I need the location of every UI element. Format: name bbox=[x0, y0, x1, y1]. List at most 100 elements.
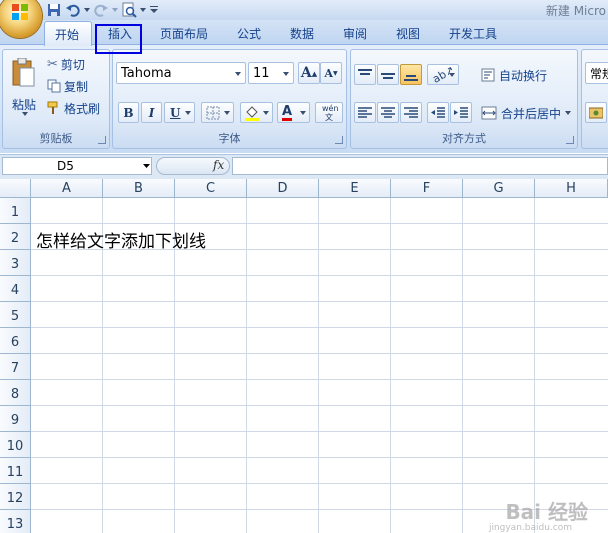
column-header-E[interactable]: E bbox=[319, 179, 391, 198]
copy-label: 复制 bbox=[64, 79, 89, 94]
undo-icon[interactable] bbox=[65, 2, 81, 18]
tab-formulas[interactable]: 公式 bbox=[237, 25, 261, 42]
align-center-button[interactable] bbox=[377, 102, 399, 123]
grid-line bbox=[31, 431, 608, 432]
tab-page-layout[interactable]: 页面布局 bbox=[160, 25, 208, 42]
align-left-button[interactable] bbox=[354, 102, 376, 123]
row-header-3[interactable]: 3 bbox=[0, 250, 31, 276]
paste-button[interactable]: 粘贴 bbox=[6, 53, 42, 119]
row-header-2[interactable]: 2 bbox=[0, 224, 31, 250]
redo-dropdown-icon[interactable] bbox=[112, 2, 118, 18]
merge-center-icon bbox=[481, 106, 497, 120]
font-name-combobox[interactable]: Tahoma bbox=[116, 62, 246, 84]
increase-indent-button[interactable] bbox=[450, 102, 472, 123]
column-header-B[interactable]: B bbox=[103, 179, 175, 198]
row-header-4[interactable]: 4 bbox=[0, 276, 31, 302]
accounting-format-icon bbox=[589, 107, 603, 118]
insert-function-icon[interactable]: fx bbox=[213, 158, 224, 172]
align-bottom-button[interactable] bbox=[400, 64, 422, 85]
formula-bar-separator: fx bbox=[156, 157, 230, 175]
clipboard-dialog-launcher-icon[interactable] bbox=[98, 136, 106, 144]
borders-dropdown-icon bbox=[224, 111, 230, 115]
row-header-12[interactable]: 12 bbox=[0, 484, 31, 510]
merge-center-button[interactable]: 合并后居中 bbox=[481, 104, 572, 122]
align-middle-button[interactable] bbox=[377, 64, 399, 85]
fill-color-button[interactable] bbox=[240, 102, 273, 123]
print-preview-dropdown-icon[interactable] bbox=[140, 2, 146, 18]
tab-data[interactable]: 数据 bbox=[290, 25, 314, 42]
grid-line bbox=[31, 275, 608, 276]
redo-icon[interactable] bbox=[93, 2, 109, 18]
column-header-A[interactable]: A bbox=[31, 179, 103, 198]
save-icon[interactable] bbox=[46, 2, 62, 18]
wrap-text-button[interactable]: 自动换行 bbox=[481, 66, 547, 84]
customize-arrow-icon[interactable] bbox=[149, 2, 159, 18]
tab-home-label: 开始 bbox=[55, 28, 80, 42]
align-right-button[interactable] bbox=[400, 102, 422, 123]
column-header-H[interactable]: H bbox=[535, 179, 608, 198]
undo-dropdown-icon[interactable] bbox=[84, 2, 90, 18]
alignment-dialog-launcher-icon[interactable] bbox=[566, 136, 574, 144]
align-center-icon bbox=[381, 106, 395, 118]
row-header-9[interactable]: 9 bbox=[0, 406, 31, 432]
grid-line bbox=[31, 327, 608, 328]
bold-button[interactable]: B bbox=[118, 102, 139, 123]
copy-icon bbox=[47, 79, 61, 93]
shrink-font-button[interactable]: A ▼ bbox=[320, 62, 342, 84]
font-name-dropdown-icon bbox=[235, 72, 241, 76]
accounting-format-button[interactable] bbox=[585, 102, 607, 123]
worksheet-grid[interactable]: A B C D E F G H 1 2 3 4 5 6 7 8 9 10 11 … bbox=[0, 179, 608, 533]
format-painter-label: 格式刷 bbox=[64, 101, 101, 116]
decrease-indent-button[interactable] bbox=[427, 102, 449, 123]
tab-developer[interactable]: 开发工具 bbox=[449, 25, 497, 42]
font-size-value: 11 bbox=[253, 65, 270, 81]
cut-label: 剪切 bbox=[60, 57, 85, 72]
italic-button[interactable]: I bbox=[141, 102, 162, 123]
grow-font-button[interactable]: A ▲ bbox=[298, 62, 320, 84]
paste-label: 粘贴 bbox=[12, 98, 37, 112]
row-header-5[interactable]: 5 bbox=[0, 302, 31, 328]
phonetic-guide-button[interactable]: wén 文 bbox=[315, 102, 343, 123]
column-header-D[interactable]: D bbox=[247, 179, 319, 198]
tab-view[interactable]: 视图 bbox=[396, 25, 420, 42]
row-header-6[interactable]: 6 bbox=[0, 328, 31, 354]
copy-button[interactable]: 复制 bbox=[47, 77, 88, 95]
cut-button[interactable]: ✂ 剪切 bbox=[47, 55, 85, 73]
tab-review[interactable]: 审阅 bbox=[343, 25, 367, 42]
number-format-combobox[interactable]: 常规 bbox=[585, 62, 608, 84]
select-all-corner[interactable] bbox=[0, 179, 31, 198]
row-header-1[interactable]: 1 bbox=[0, 198, 31, 224]
insert-tab-highlight-box bbox=[95, 24, 142, 54]
merge-center-label: 合并后居中 bbox=[501, 106, 562, 121]
font-size-combobox[interactable]: 11 bbox=[248, 62, 294, 84]
increase-indent-icon bbox=[454, 106, 468, 118]
align-top-button[interactable] bbox=[354, 64, 376, 85]
column-header-F[interactable]: F bbox=[391, 179, 463, 198]
underline-button[interactable]: U bbox=[164, 102, 195, 123]
column-header-G[interactable]: G bbox=[463, 179, 535, 198]
font-color-button[interactable]: A bbox=[277, 102, 310, 123]
orientation-button[interactable]: ab↗ bbox=[427, 63, 459, 86]
wrap-text-label: 自动换行 bbox=[499, 68, 548, 83]
row-header-10[interactable]: 10 bbox=[0, 432, 31, 458]
format-painter-button[interactable]: 格式刷 bbox=[47, 99, 100, 117]
tab-home[interactable]: 开始 bbox=[44, 21, 92, 46]
row-header-13[interactable]: 13 bbox=[0, 510, 31, 533]
name-box[interactable]: D5 bbox=[2, 157, 152, 175]
format-painter-icon bbox=[47, 101, 58, 114]
font-dialog-launcher-icon[interactable] bbox=[335, 136, 343, 144]
grid-line bbox=[31, 379, 608, 380]
grid-line bbox=[31, 457, 608, 458]
borders-button[interactable] bbox=[201, 102, 234, 123]
row-header-8[interactable]: 8 bbox=[0, 380, 31, 406]
cell-A2[interactable]: 怎样给文字添加下划线 bbox=[36, 227, 206, 252]
alignment-group: ab↗ 自动换行 合并后居中 对齐方式 bbox=[350, 49, 578, 149]
scissors-icon: ✂ bbox=[47, 56, 58, 72]
formula-input[interactable] bbox=[232, 157, 608, 175]
column-header-C[interactable]: C bbox=[175, 179, 247, 198]
grid-line bbox=[31, 223, 608, 224]
row-header-7[interactable]: 7 bbox=[0, 354, 31, 380]
row-header-11[interactable]: 11 bbox=[0, 458, 31, 484]
print-preview-icon[interactable] bbox=[121, 2, 137, 18]
number-group: 常规 bbox=[581, 49, 608, 149]
